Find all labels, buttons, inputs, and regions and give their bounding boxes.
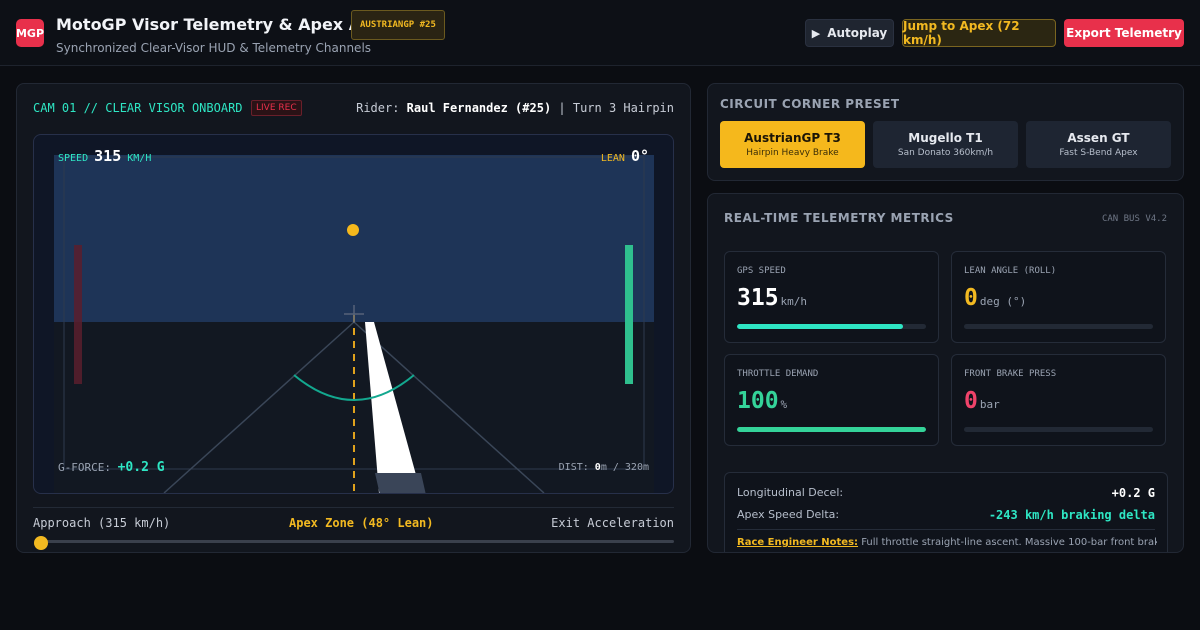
racing-line-shadow (375, 473, 426, 493)
preset-name: Assen GT (1067, 131, 1130, 145)
metric-unit: bar (979, 398, 1000, 411)
preset-austriangp-t3[interactable]: AustrianGP T3 Hairpin Heavy Brake (720, 121, 865, 168)
metric-value: 0 bar (964, 388, 1000, 414)
metric-lean-angle: LEAN ANGLE (ROLL) 0 deg (°) (951, 251, 1166, 343)
metric-label: THROTTLE DEMAND (737, 369, 819, 379)
app-subtitle: Synchronized Clear-Visor HUD & Telemetry… (56, 41, 372, 55)
hud-speed-value: 315 (94, 147, 122, 165)
corner-preset-panel: CIRCUIT CORNER PRESET AustrianGP T3 Hair… (707, 83, 1184, 181)
export-telemetry-button[interactable]: Export Telemetry (1064, 19, 1184, 47)
live-rec-badge: LIVE REC (251, 100, 302, 116)
metric-throttle: THROTTLE DEMAND 100% (724, 354, 939, 446)
sky (54, 155, 654, 322)
decel-row: Longitudinal Decel: +0.2 G (737, 486, 1155, 500)
race-badge: AUSTRIANGP #25 (351, 10, 445, 40)
hud-gforce: G-FORCE: +0.2 G (58, 460, 165, 475)
hud-distance: DIST: 0m / 320m (559, 462, 649, 473)
visor-scene (54, 155, 654, 493)
metric-value: 0 deg (°) (964, 285, 1026, 311)
timeline-scrubber-track[interactable] (41, 540, 674, 543)
brake-gauge-track (74, 245, 82, 384)
throttle-value: 100 (737, 388, 779, 414)
app-header: MGP MotoGP Visor Telemetry & Apex Analyz… (0, 0, 1200, 66)
telemetry-metrics-panel: REAL-TIME TELEMETRY METRICS CAN BUS V4.2… (707, 193, 1184, 553)
hud-gforce-label: G-FORCE: (58, 461, 111, 474)
metric-unit: deg (°) (979, 295, 1027, 308)
apex-delta-value: -243 km/h braking delta (988, 508, 1155, 522)
metric-label: FRONT BRAKE PRESS (964, 369, 1057, 379)
autoplay-label: Autoplay (827, 26, 888, 40)
phase-approach[interactable]: Approach (315 km/h) (33, 516, 170, 530)
jump-to-apex-button[interactable]: Jump to Apex (72 km/h) (902, 19, 1056, 47)
metric-value: 100% (737, 388, 787, 414)
metric-gps-speed: GPS SPEED 315 km/h (724, 251, 939, 343)
throttle-gauge-fill (625, 245, 633, 384)
metric-label: GPS SPEED (737, 266, 786, 276)
metric-bar (737, 427, 926, 432)
notes-label: Race Engineer Notes: (737, 537, 859, 548)
autoplay-button[interactable]: ▶ Autoplay (805, 19, 894, 47)
app-logo: MGP (16, 19, 44, 47)
corner-name: | Turn 3 Hairpin (551, 101, 674, 115)
apex-delta-label: Apex Speed Delta: (737, 508, 840, 521)
hud-speed: SPEED 315 KM/H (58, 147, 151, 165)
apex-delta-row: Apex Speed Delta: -243 km/h braking delt… (737, 508, 1155, 522)
notes-text: Full throttle straight-line ascent. Mass… (858, 537, 1157, 548)
apex-marker (347, 224, 359, 236)
engineer-notes: Race Engineer Notes: Full throttle strai… (737, 537, 1157, 548)
metric-bar (964, 324, 1153, 329)
metrics-section-title: REAL-TIME TELEMETRY METRICS (724, 211, 954, 225)
hud-speed-label: SPEED (58, 153, 89, 164)
timeline-scrubber-handle[interactable] (34, 536, 48, 550)
camera-title: CAM 01 // CLEAR VISOR ONBOARD (33, 101, 243, 115)
phase-apex[interactable]: Apex Zone (48° Lean) (289, 516, 434, 530)
can-bus-version: CAN BUS V4.2 (1101, 214, 1167, 224)
rider-prefix: Rider: (356, 101, 407, 115)
gps-speed-value: 315 (737, 285, 779, 311)
camera-panel: CAM 01 // CLEAR VISOR ONBOARD LIVE REC R… (16, 83, 691, 553)
decel-value: +0.2 G (1111, 486, 1155, 500)
metric-unit: km/h (780, 295, 808, 308)
divider (33, 507, 674, 508)
hud-lean-value: 0° (630, 147, 649, 165)
decel-label: Longitudinal Decel: (737, 486, 844, 499)
metric-bar (737, 324, 926, 329)
hud-dist-suffix: m / 320m (600, 462, 649, 473)
metric-value: 315 km/h (737, 285, 807, 311)
metric-label: LEAN ANGLE (ROLL) (964, 266, 1057, 276)
preset-name: AustrianGP T3 (744, 131, 841, 145)
hud-gforce-value: +0.2 G (117, 460, 165, 475)
hud-dist-label: DIST: (558, 462, 589, 473)
hud-speed-unit: KM/H (127, 153, 152, 164)
play-icon: ▶ (811, 26, 821, 40)
phase-exit[interactable]: Exit Acceleration (551, 516, 674, 530)
hud-lean-label: LEAN (600, 153, 625, 164)
preset-sub: Fast S-Bend Apex (1059, 148, 1138, 158)
metric-bar-fill (737, 324, 904, 329)
divider (737, 529, 1155, 530)
preset-sub: San Donato 360km/h (897, 148, 994, 158)
rider-name: Raul Fernandez (#25) (406, 101, 552, 115)
preset-name: Mugello T1 (908, 131, 983, 145)
metric-unit: % (780, 398, 788, 411)
preset-mugello-t1[interactable]: Mugello T1 San Donato 360km/h (873, 121, 1018, 168)
metric-front-brake: FRONT BRAKE PRESS 0 bar (951, 354, 1166, 446)
preset-sub: Hairpin Heavy Brake (746, 148, 839, 158)
preset-section-title: CIRCUIT CORNER PRESET (720, 97, 900, 111)
metric-bar (964, 427, 1153, 432)
preset-assen-gt[interactable]: Assen GT Fast S-Bend Apex (1026, 121, 1171, 168)
telemetry-summary: Longitudinal Decel: +0.2 G Apex Speed De… (724, 472, 1168, 552)
metric-bar-fill (737, 427, 926, 432)
lean-angle-value: 0 (964, 285, 978, 311)
brake-value: 0 (964, 388, 978, 414)
visor-hud-view: SPEED 315 KM/H LEAN 0° G-FORCE: +0.2 G D… (33, 134, 674, 494)
rider-info: Rider: Raul Fernandez (#25) | Turn 3 Hai… (356, 101, 674, 115)
hud-lean: LEAN 0° (601, 147, 649, 165)
